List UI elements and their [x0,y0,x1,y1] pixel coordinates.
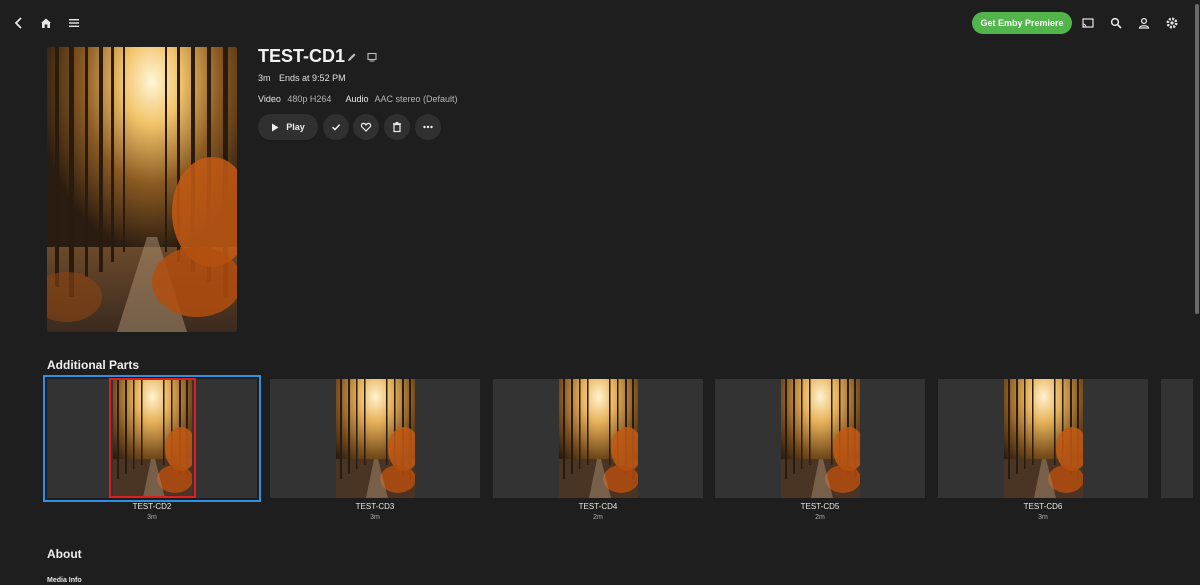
user-icon[interactable] [1131,10,1157,36]
item-title: TEST-CD1 [258,46,346,66]
get-premiere-button[interactable]: Get Emby Premiere [972,12,1072,34]
highlight-box [109,378,196,498]
part-title[interactable]: TEST-CD5 [715,502,925,511]
part-runtime: 2m [815,514,825,521]
heart-icon [360,122,372,132]
menu-icon[interactable] [61,10,87,36]
play-button[interactable]: Play [258,114,318,140]
runtime: 3m [258,73,271,83]
part-runtime: 3m [1038,514,1048,521]
edit-icon[interactable] [346,50,358,68]
audio-value: AAC stereo (Default) [374,94,458,104]
part-runtime: 2m [593,514,603,521]
ends-at: Ends at 9:52 PM [279,73,346,83]
cast-icon[interactable] [1075,10,1101,36]
favorite-button[interactable] [353,114,379,140]
part-title[interactable]: TEST-CD3 [270,502,480,511]
part-card[interactable] [938,379,1148,498]
tv-icon[interactable] [366,50,378,68]
additional-parts-heading: Additional Parts [47,358,140,372]
part-card[interactable] [715,379,925,498]
scrollbar-thumb[interactable] [1195,4,1199,314]
audio-label: Audio [345,94,369,104]
delete-button[interactable] [384,114,410,140]
part-thumbnail [1003,379,1083,498]
part-runtime: 3m [370,514,380,521]
media-info-heading: Media Info [47,577,82,584]
video-label: Video [258,94,281,104]
more-icon [423,125,433,129]
part-runtime: 3m [147,514,157,521]
media-streams: Video 480p H264 Audio AAC stereo (Defaul… [258,94,470,104]
top-bar: Get Emby Premiere [0,0,1200,46]
play-icon [272,123,279,131]
part-title[interactable]: TEST-CD4 [493,502,703,511]
part-title[interactable]: TEST-CD6 [938,502,1148,511]
home-icon[interactable] [33,10,59,36]
part-card[interactable] [270,379,480,498]
part-thumbnail [558,379,638,498]
more-button[interactable] [415,114,441,140]
video-value: 480p H264 [287,94,332,104]
about-heading: About [47,547,82,561]
part-card[interactable] [493,379,703,498]
part-title[interactable]: TEST-CD2 [47,502,257,511]
check-icon [331,124,341,131]
settings-icon[interactable] [1159,10,1185,36]
search-icon[interactable] [1103,10,1129,36]
trash-icon [393,122,401,133]
part-thumbnail [335,379,415,498]
next-card-peek[interactable] [1161,379,1193,498]
poster-image [47,47,237,332]
play-label: Play [286,122,305,132]
back-icon[interactable] [6,10,32,36]
mark-played-button[interactable] [323,114,349,140]
part-thumbnail [780,379,860,498]
item-meta: 3m Ends at 9:52 PM [258,73,352,83]
